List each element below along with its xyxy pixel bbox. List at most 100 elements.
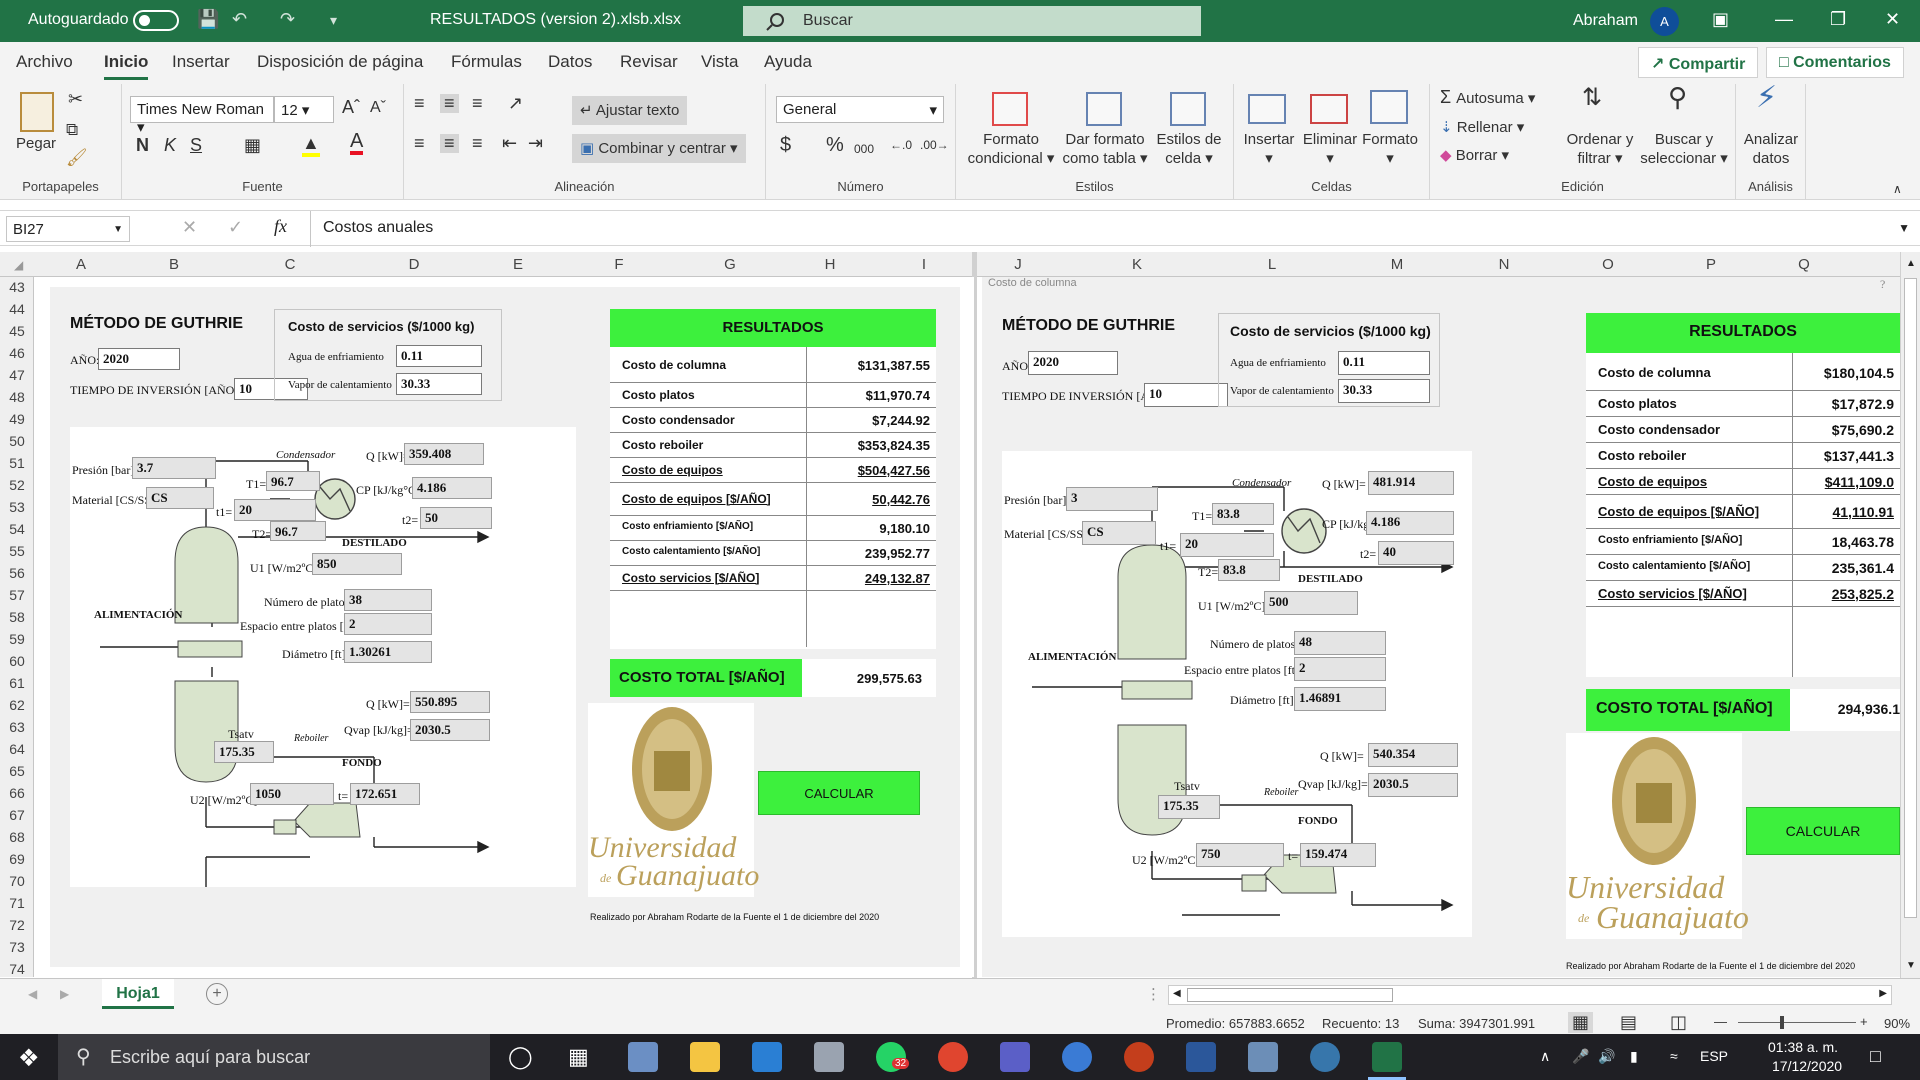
format-table-button[interactable]: Dar formato como tabla ▾	[1058, 130, 1152, 168]
q-cond-value[interactable]: 481.914	[1368, 471, 1454, 495]
row-header[interactable]: 44	[0, 301, 34, 317]
increase-decimal-icon[interactable]: ←.0	[890, 136, 912, 155]
t1b-input[interactable]: 20	[234, 499, 316, 521]
tab-disposicion[interactable]: Disposición de página	[257, 52, 423, 72]
format-painter-icon[interactable]: 🖌	[66, 148, 88, 167]
tsatv-input[interactable]: 175.35	[214, 741, 274, 763]
sheet-pane-left[interactable]: MÉTODO DE GUTHRIE AÑO: 2020 TIEMPO DE IN…	[34, 277, 974, 977]
sort-filter-icon[interactable]: ⇅	[1582, 86, 1602, 110]
scroll-up-icon[interactable]: ▲	[1906, 258, 1916, 269]
tab-datos[interactable]: Datos	[548, 52, 592, 72]
agua-input[interactable]: 0.11	[1338, 351, 1430, 375]
u2-input[interactable]: 750	[1196, 843, 1284, 867]
t1b-input[interactable]: 20	[1180, 533, 1274, 557]
merge-center-button[interactable]: ▣ Combinar y centrar ▾	[572, 134, 746, 163]
increase-indent-icon[interactable]: ⇥	[528, 134, 543, 153]
clock-date[interactable]: 17/12/2020	[1772, 1058, 1842, 1074]
conditional-format-icon[interactable]	[992, 92, 1028, 126]
battery-icon[interactable]: ▮	[1630, 1048, 1638, 1065]
row-header[interactable]: 50	[0, 433, 34, 449]
row-header[interactable]: 71	[0, 895, 34, 911]
tab-inicio[interactable]: Inicio	[104, 52, 149, 80]
autosum-button[interactable]: Σ Autosuma ▾	[1440, 88, 1535, 108]
q-reb-value[interactable]: 550.895	[410, 691, 490, 713]
clear-button[interactable]: ◆ Borrar ▾	[1440, 146, 1509, 165]
horizontal-scrollbar[interactable]: ◀ ▶	[1168, 985, 1892, 1005]
excel-icon[interactable]	[1372, 1042, 1402, 1072]
zoom-slider[interactable]	[1738, 1022, 1856, 1023]
font-size-select[interactable]: 12 ▾	[274, 96, 334, 123]
scroll-down-icon[interactable]: ▼	[1906, 960, 1916, 971]
analyze-data-button[interactable]: Analizar datos	[1736, 130, 1806, 168]
minimize-icon[interactable]: —	[1775, 9, 1793, 30]
number-format-select[interactable]: General ▾	[776, 96, 944, 123]
col-header[interactable]: N	[1454, 256, 1554, 273]
taskbar-search[interactable]: ⚲ Escribe aquí para buscar	[58, 1034, 490, 1080]
ano-input[interactable]: 2020	[1028, 351, 1118, 375]
share-button[interactable]: ↗ Compartir	[1638, 47, 1759, 78]
row-header[interactable]: 55	[0, 543, 34, 559]
decrease-indent-icon[interactable]: ⇤	[502, 134, 517, 153]
col-header[interactable]: J	[968, 256, 1068, 273]
cancel-icon[interactable]: ✕	[182, 217, 197, 238]
align-middle-icon[interactable]: ≡	[440, 94, 459, 113]
decrease-decimal-icon[interactable]: .00→	[920, 136, 949, 155]
cortana-icon[interactable]: ◯	[508, 1044, 533, 1070]
tab-revisar[interactable]: Revisar	[620, 52, 678, 72]
t-value[interactable]: 159.474	[1300, 843, 1376, 867]
vapor-input[interactable]: 30.33	[1338, 379, 1430, 403]
row-header[interactable]: 57	[0, 587, 34, 603]
restore-icon[interactable]: ❐	[1830, 9, 1846, 30]
paste-icon[interactable]	[20, 92, 54, 132]
currency-icon[interactable]: $	[780, 135, 791, 155]
calcular-button[interactable]: CALCULAR	[758, 771, 920, 815]
u1-input[interactable]: 500	[1264, 591, 1358, 615]
align-left-icon[interactable]: ≡	[414, 134, 425, 153]
add-sheet-icon[interactable]: +	[206, 983, 228, 1005]
zoom-in-icon[interactable]: +	[1860, 1014, 1868, 1029]
row-header[interactable]: 60	[0, 653, 34, 669]
page-break-icon[interactable]: ◫	[1670, 1012, 1687, 1033]
row-header[interactable]: 45	[0, 323, 34, 339]
tab-insertar[interactable]: Insertar	[172, 52, 230, 72]
font-family-select[interactable]: Times New Roman ▾	[130, 96, 274, 136]
espacio-input[interactable]: 2	[1294, 657, 1386, 681]
shrink-font-icon[interactable]: Aˇ	[370, 98, 386, 117]
t1-value[interactable]: 96.7	[266, 471, 320, 491]
diametro-value[interactable]: 1.46891	[1294, 687, 1386, 711]
row-header[interactable]: 61	[0, 675, 34, 691]
delete-cells-button[interactable]: Eliminar ▾	[1302, 130, 1358, 168]
row-header[interactable]: 68	[0, 829, 34, 845]
cell-styles-icon[interactable]	[1170, 92, 1206, 126]
zoom-out-icon[interactable]: —	[1714, 1014, 1727, 1029]
qvap-input[interactable]: 2030.5	[1368, 773, 1458, 797]
format-cells-icon[interactable]	[1370, 90, 1408, 124]
platos-input[interactable]: 48	[1294, 631, 1386, 655]
row-header[interactable]: 56	[0, 565, 34, 581]
tab-vista[interactable]: Vista	[701, 52, 739, 72]
align-bottom-icon[interactable]: ≡	[472, 94, 483, 113]
row-header[interactable]: 63	[0, 719, 34, 735]
material-input[interactable]: CS	[1082, 521, 1156, 545]
vertical-scrollbar[interactable]: ▲ ▼	[1900, 252, 1920, 978]
presion-input[interactable]: 3.7	[132, 457, 216, 479]
qvap-input[interactable]: 2030.5	[410, 719, 490, 741]
name-box[interactable]: BI27 ▼	[6, 216, 130, 242]
copy-icon[interactable]: ⧉	[66, 120, 78, 139]
scroll-left-icon[interactable]: ◀	[1173, 988, 1181, 999]
row-header[interactable]: 48	[0, 389, 34, 405]
col-header[interactable]: M	[1347, 256, 1447, 273]
col-header[interactable]: A	[31, 256, 131, 273]
col-header[interactable]: E	[468, 256, 568, 273]
search-box[interactable]: Buscar	[743, 6, 1201, 36]
ribbon-display-icon[interactable]: ▣	[1712, 9, 1729, 30]
fill-color-icon[interactable]: ▲	[302, 134, 320, 157]
microphone-icon[interactable]: 🎤	[1572, 1048, 1589, 1065]
word-icon[interactable]	[1186, 1042, 1216, 1072]
sheet-pane-right[interactable]: Costo de columna ? MÉTODO DE GUTHRIE AÑO…	[978, 277, 1900, 977]
col-header[interactable]: L	[1222, 256, 1322, 273]
tsatv-input[interactable]: 175.35	[1158, 795, 1220, 819]
network-app-icon[interactable]	[1248, 1042, 1278, 1072]
whatsapp-icon[interactable]: 32	[876, 1042, 910, 1072]
task-view-icon[interactable]: ▦	[568, 1044, 589, 1070]
